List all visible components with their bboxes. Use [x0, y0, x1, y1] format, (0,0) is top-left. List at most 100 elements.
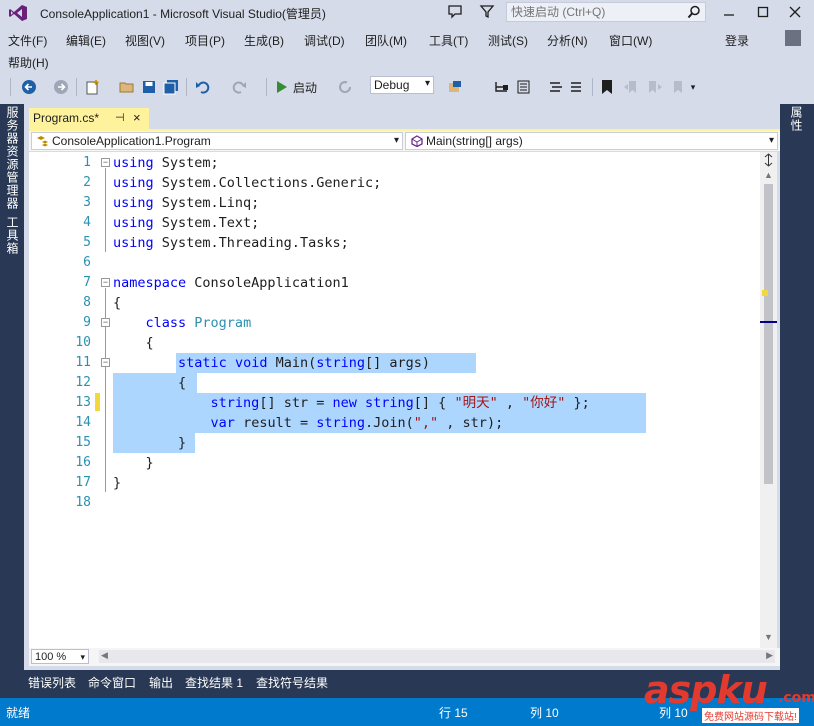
open-file-button[interactable] [118, 78, 136, 96]
menu-team[interactable]: 团队(M) [365, 32, 407, 49]
search-icon[interactable] [687, 5, 701, 19]
uncomment-button[interactable] [568, 78, 586, 96]
navigate-forward-button[interactable] [52, 78, 70, 96]
code-line[interactable]: using System.Linq; [113, 193, 259, 213]
dropdown-arrow-icon: ▾ [768, 135, 774, 146]
code-token: System.Threading.Tasks; [153, 235, 349, 251]
code-line[interactable]: var result = string.Join("," , str); [113, 413, 504, 433]
code-line[interactable]: } [113, 473, 121, 493]
class-view-button[interactable] [515, 78, 533, 96]
find-results-tab[interactable]: 查找结果 1 [185, 674, 243, 691]
play-icon [277, 81, 287, 93]
start-label[interactable]: 启动 [293, 79, 317, 96]
member-dropdown[interactable]: Main(string[] args) ▾ [405, 132, 778, 150]
dropdown-arrow-icon: ▾ [80, 652, 85, 662]
notification-icon[interactable] [447, 3, 463, 19]
code-line[interactable]: string[] str = new string[] { "明天" , "你好… [113, 393, 590, 413]
find-symbol-results-tab[interactable]: 查找符号结果 [256, 674, 328, 691]
error-list-tab[interactable]: 错误列表 [28, 674, 76, 691]
quick-launch-input[interactable] [507, 3, 690, 21]
code-line[interactable]: } [113, 453, 154, 473]
scroll-up-icon[interactable]: ▲ [764, 170, 773, 180]
output-tab[interactable]: 输出 [149, 674, 173, 691]
uncomment-lines-icon [571, 82, 581, 92]
toolbar-overflow-button[interactable]: ▾ [684, 78, 702, 96]
vertical-scrollbar[interactable]: ▲ ▼ [760, 152, 777, 648]
code-editor[interactable]: 1 2 3 4 5 6 7 8 9 10 11 12 13 14 15 16 17 18 using System… [29, 152, 777, 648]
menu-debug[interactable]: 调试(D) [304, 32, 345, 49]
menu-build[interactable]: 生成(B) [244, 32, 284, 49]
scroll-left-icon[interactable]: ◀ [101, 650, 108, 661]
solution-configuration-select[interactable]: Debug [370, 76, 434, 94]
command-window-tab[interactable]: 命令窗口 [88, 674, 136, 691]
code-line[interactable]: using System.Collections.Generic; [113, 173, 381, 193]
quick-launch-box[interactable] [506, 2, 706, 22]
comment-button[interactable] [547, 78, 565, 96]
menu-test[interactable]: 测试(S) [488, 32, 528, 49]
method-icon [411, 135, 423, 147]
menu-edit[interactable]: 编辑(E) [66, 32, 106, 49]
pin-tab-icon[interactable]: ⊣ [115, 111, 125, 124]
close-window-button[interactable] [778, 0, 812, 24]
scroll-right-icon[interactable]: ▶ [766, 650, 773, 661]
code-line[interactable]: { [113, 373, 186, 393]
type-dropdown[interactable]: ConsoleApplication1.Program ▾ [31, 132, 403, 150]
line-number: 17 [75, 475, 91, 490]
fold-collapse-icon[interactable]: − [101, 358, 110, 367]
menu-project[interactable]: 项目(P) [185, 32, 225, 49]
fold-collapse-icon[interactable]: − [101, 278, 110, 287]
menu-analyze[interactable]: 分析(N) [547, 32, 588, 49]
maximize-button[interactable] [746, 0, 780, 24]
feedback-filter-icon[interactable] [479, 3, 495, 19]
keyword-token: using [113, 195, 154, 211]
toolbox-tab[interactable]: 工具箱 [4, 216, 20, 255]
keyword-token: new [332, 395, 357, 411]
fold-guide [105, 368, 106, 452]
save-all-button[interactable] [162, 78, 180, 96]
code-line[interactable]: using System.Threading.Tasks; [113, 233, 349, 253]
menu-help[interactable]: 帮助(H) [8, 54, 49, 71]
fold-collapse-icon[interactable]: − [101, 158, 110, 167]
previous-bookmark-button[interactable] [622, 78, 640, 96]
minimize-button[interactable] [712, 0, 746, 24]
zoom-level-select[interactable]: 100 % ▾ [31, 649, 89, 664]
menu-tools[interactable]: 工具(T) [429, 32, 468, 49]
code-token: } [113, 475, 122, 491]
code-line[interactable]: { [113, 293, 121, 313]
save-icon [143, 81, 155, 93]
code-line[interactable]: } [113, 433, 186, 453]
menu-view[interactable]: 视图(V) [125, 32, 165, 49]
code-line[interactable]: { [113, 333, 154, 353]
bookmark-button[interactable] [598, 78, 616, 96]
split-window-icon[interactable] [762, 153, 775, 167]
code-token: { [113, 295, 122, 311]
code-line[interactable]: namespace ConsoleApplication1 [113, 273, 349, 293]
refresh-button[interactable] [336, 78, 354, 96]
start-debugging-button[interactable] [272, 78, 290, 96]
undo-button[interactable] [194, 78, 212, 96]
new-project-button[interactable] [84, 78, 102, 96]
code-line[interactable]: class Program [113, 313, 252, 333]
redo-button[interactable] [230, 78, 248, 96]
class-icon [37, 136, 48, 147]
next-bookmark-button[interactable] [646, 78, 664, 96]
scroll-down-icon[interactable]: ▼ [764, 632, 773, 642]
solution-explorer-button[interactable] [493, 78, 511, 96]
menu-file[interactable]: 文件(F) [8, 32, 47, 49]
document-tab-program[interactable]: Program.cs* ⊣ × [29, 108, 149, 129]
navigate-back-button[interactable] [20, 78, 38, 96]
code-line[interactable]: using System.Text; [113, 213, 259, 233]
scrollbar-thumb[interactable] [764, 184, 773, 484]
server-explorer-tab[interactable]: 服务器资源管理器 [4, 106, 20, 210]
horizontal-scrollbar[interactable]: ◀ ▶ [99, 650, 775, 663]
menu-window[interactable]: 窗口(W) [609, 32, 652, 49]
fold-collapse-icon[interactable]: − [101, 318, 110, 327]
close-tab-icon[interactable]: × [133, 110, 141, 125]
account-icon[interactable] [785, 30, 801, 46]
sign-in-link[interactable]: 登录 [725, 32, 749, 49]
code-line[interactable]: using System; [113, 153, 219, 173]
save-button[interactable] [140, 78, 158, 96]
properties-tab[interactable]: 属性 [788, 106, 804, 132]
find-in-files-button[interactable] [446, 78, 464, 96]
code-line[interactable]: static void Main(string[] args) [113, 353, 430, 373]
